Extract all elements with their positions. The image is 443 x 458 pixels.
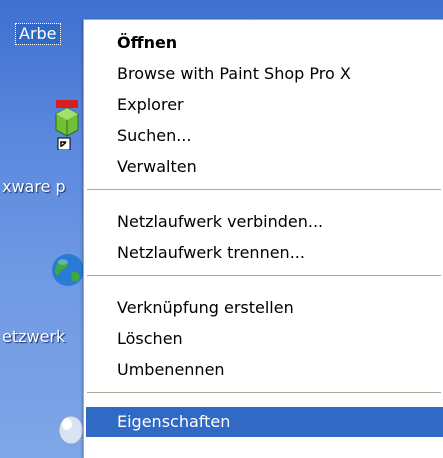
menu-separator: [87, 392, 441, 393]
desktop-icon-label[interactable]: xware p: [2, 177, 66, 197]
menu-item-netzlaufwerk-trennen[interactable]: Netzlaufwerk trennen...: [86, 238, 443, 268]
menu-item-verknuepfung-erstellen[interactable]: Verknüpfung erstellen: [86, 293, 443, 323]
menu-item-loeschen[interactable]: Löschen: [86, 324, 443, 354]
menu-item-eigenschaften[interactable]: Eigenschaften: [86, 407, 443, 437]
context-menu: Öffnen Browse with Paint Shop Pro X Expl…: [83, 19, 443, 458]
menu-item-browse-paint-shop-pro[interactable]: Browse with Paint Shop Pro X: [86, 59, 443, 89]
application-shortcut-icon[interactable]: [52, 100, 82, 151]
menu-item-oeffnen[interactable]: Öffnen: [86, 28, 443, 58]
menu-item-netzlaufwerk-verbinden[interactable]: Netzlaufwerk verbinden...: [86, 207, 443, 237]
menu-item-umbenennen[interactable]: Umbenennen: [86, 355, 443, 385]
menu-item-verwalten[interactable]: Verwalten: [86, 152, 443, 182]
menu-item-suchen[interactable]: Suchen...: [86, 121, 443, 151]
desktop-icon-label[interactable]: etzwerk: [2, 327, 65, 347]
desktop-icon-label-selected[interactable]: Arbe: [15, 23, 61, 45]
menu-separator: [87, 189, 441, 190]
network-globe-icon[interactable]: [50, 252, 86, 288]
menu-separator: [87, 275, 441, 276]
menu-item-explorer[interactable]: Explorer: [86, 90, 443, 120]
